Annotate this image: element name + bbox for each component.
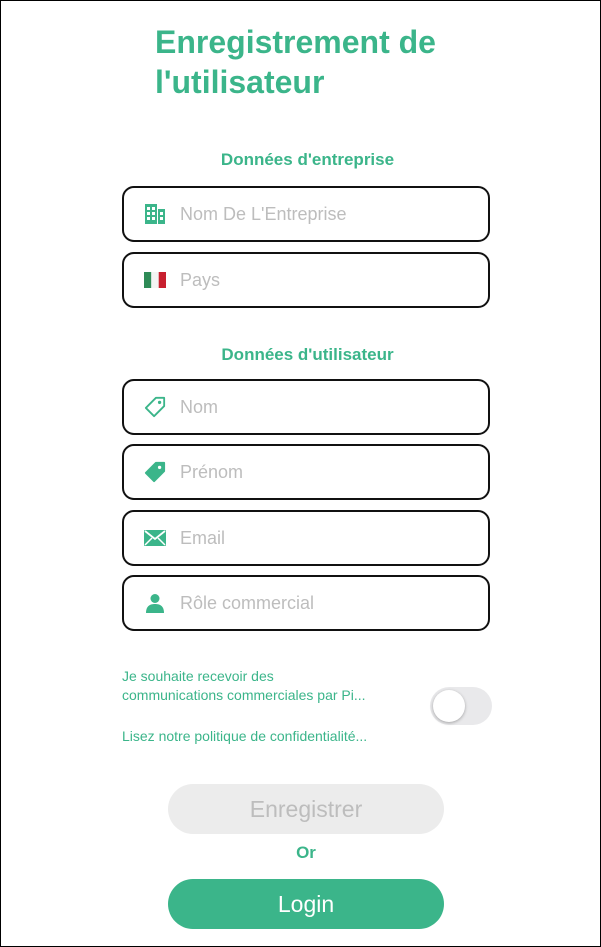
last-name-field[interactable] — [122, 379, 490, 435]
email-input[interactable] — [178, 526, 462, 550]
marketing-consent-text: Je souhaite recevoir des communications … — [122, 667, 422, 705]
register-button[interactable]: Enregistrer — [168, 784, 444, 834]
last-name-input[interactable] — [178, 395, 462, 419]
role-field[interactable] — [122, 575, 490, 631]
page-title-line-2: l'utilisateur — [155, 64, 325, 100]
role-input[interactable] — [178, 591, 462, 615]
tag-filled-icon — [144, 461, 166, 483]
login-button[interactable]: Login — [168, 879, 444, 929]
user-section-heading: Données d'utilisateur — [221, 345, 394, 364]
country-field[interactable] — [122, 252, 490, 308]
marketing-consent-toggle[interactable] — [430, 687, 492, 725]
first-name-field[interactable] — [122, 444, 490, 500]
privacy-policy-link[interactable]: Lisez notre politique de confidentialité… — [122, 728, 422, 744]
consent-line-1: Je souhaite recevoir des — [122, 668, 274, 684]
consent-line-2: communications commerciales par Pi... — [122, 687, 366, 703]
or-separator: Or — [296, 843, 316, 862]
country-input[interactable] — [178, 268, 462, 292]
italy-flag-icon — [144, 269, 166, 291]
company-name-input[interactable] — [178, 202, 462, 226]
page-title-line-1: Enregistrement de — [155, 24, 436, 60]
first-name-input[interactable] — [178, 460, 462, 484]
company-name-field[interactable] — [122, 186, 490, 242]
building-icon — [144, 203, 166, 225]
toggle-knob — [433, 690, 465, 722]
page-title: Enregistrement de l'utilisateur — [155, 22, 575, 102]
email-field[interactable] — [122, 510, 490, 566]
tag-outline-icon — [144, 396, 166, 418]
envelope-icon — [144, 527, 166, 549]
person-icon — [144, 592, 166, 614]
company-section-heading: Données d'entreprise — [220, 150, 395, 169]
